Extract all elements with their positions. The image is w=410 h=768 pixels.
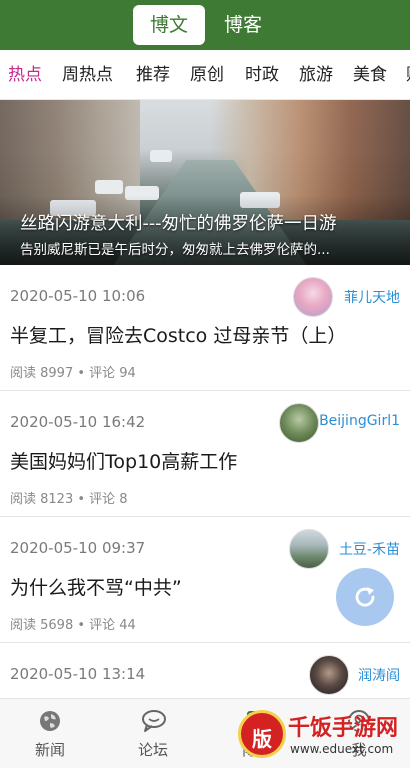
hero-title: 丝路闪游意大利---匆忙的佛罗伦萨一日游 xyxy=(20,214,337,234)
article-author[interactable]: 润涛阎 xyxy=(358,665,400,685)
globe-icon xyxy=(40,711,60,731)
watermark-badge: 版 xyxy=(238,710,286,758)
nav-forum-label: 论坛 xyxy=(137,741,168,759)
hero-image-boat xyxy=(95,180,123,194)
article-stats: 阅读 8123 • 评论 8 xyxy=(10,492,128,507)
category-tab-food[interactable]: 美食 xyxy=(353,50,387,99)
nav-forum[interactable]: 论坛 xyxy=(113,699,193,768)
author-avatar[interactable] xyxy=(289,529,329,569)
refresh-button[interactable] xyxy=(336,568,394,626)
category-tab-bar: 热点 周热点 推荐 原创 时政 旅游 美食 财 xyxy=(0,50,410,100)
hero-banner[interactable]: 丝路闪游意大利---匆忙的佛罗伦萨一日游 告别威尼斯已是午后时分，匆匆就上去佛罗… xyxy=(0,100,410,265)
article-stats: 阅读 8997 • 评论 94 xyxy=(10,366,136,381)
category-tab-finance[interactable]: 财 xyxy=(406,50,410,99)
watermark-title: 千饭手游网 xyxy=(288,716,399,741)
author-avatar[interactable] xyxy=(279,403,319,443)
category-tab-recommended[interactable]: 推荐 xyxy=(136,50,170,99)
article-author[interactable]: 菲儿天地 xyxy=(344,287,400,307)
category-tab-hot[interactable]: 热点 xyxy=(8,50,42,99)
watermark-logo: 版 千饭手游网 www.eduext.com xyxy=(238,704,410,768)
article-date: 2020-05-10 10:06 xyxy=(10,287,146,305)
article-title: 美国妈妈们Top10高薪工作 xyxy=(10,451,238,473)
category-tab-travel[interactable]: 旅游 xyxy=(299,50,333,99)
article-title: 半复工，冒险去Costco 过母亲节（上） xyxy=(10,325,347,347)
article-item[interactable]: 2020-05-10 10:06 菲儿天地 半复工，冒险去Costco 过母亲节… xyxy=(0,265,410,391)
category-tab-weekly-hot[interactable]: 周热点 xyxy=(62,50,113,99)
chat-bubble-icon xyxy=(142,710,166,732)
article-item[interactable]: 2020-05-10 16:42 BeijingGirl1 美国妈妈们Top10… xyxy=(0,391,410,517)
category-tab-politics[interactable]: 时政 xyxy=(245,50,279,99)
article-author[interactable]: BeijingGirl1 xyxy=(319,413,400,429)
article-item[interactable]: 2020-05-10 13:14 润涛阎 xyxy=(0,643,410,698)
article-title: 为什么我不骂“中共” xyxy=(10,577,182,599)
watermark-url: www.eduext.com xyxy=(290,742,394,756)
nav-news-label: 新闻 xyxy=(34,741,65,759)
article-date: 2020-05-10 16:42 xyxy=(10,413,146,431)
hero-subtitle: 告别威尼斯已是午后时分，匆匆就上去佛罗伦萨的... xyxy=(20,242,330,258)
author-avatar[interactable] xyxy=(293,277,333,317)
tab-blog-posts[interactable]: 博文 xyxy=(133,5,205,45)
author-avatar[interactable] xyxy=(309,655,349,695)
article-date: 2020-05-10 09:37 xyxy=(10,539,146,557)
article-stats: 阅读 5698 • 评论 44 xyxy=(10,618,136,633)
article-author[interactable]: 土豆-禾苗 xyxy=(339,539,400,559)
refresh-icon xyxy=(355,587,375,607)
tab-blogs[interactable]: 博客 xyxy=(212,5,274,45)
category-tab-original[interactable]: 原创 xyxy=(190,50,224,99)
hero-image-boat xyxy=(150,150,172,162)
top-header: 博文 博客 xyxy=(0,0,410,50)
nav-news[interactable]: 新闻 xyxy=(10,699,90,768)
article-date: 2020-05-10 13:14 xyxy=(10,665,146,683)
